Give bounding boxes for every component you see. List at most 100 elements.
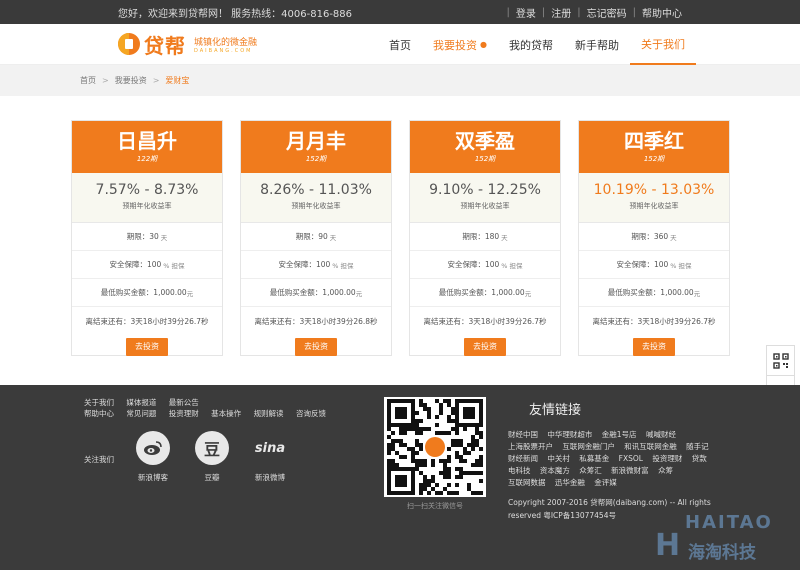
footer-link[interactable]: 咨询反馈 (296, 409, 326, 418)
forgot-password-link[interactable]: 忘记密码 (587, 5, 627, 20)
friend-link[interactable]: 喊喊财经 (646, 430, 676, 439)
friend-link[interactable]: 迅华金融 (555, 478, 585, 487)
friend-link[interactable]: 中华理财超市 (547, 430, 592, 439)
product-card: 月月丰 152期 8.26% - 11.03% 预期年化收益率 期限：90 天 安… (240, 120, 392, 356)
nav-newbie-help[interactable]: 新手帮助 (564, 24, 630, 65)
friend-link[interactable]: 众筹 (658, 466, 673, 475)
logo[interactable]: 贷帮 城镇化的微金融 DAIBANG.COM (118, 30, 257, 59)
product-guarantee: 安全保障：100 (616, 260, 669, 269)
top-links: | 登录 | 注册 | 忘记密码 | 帮助中心 (506, 5, 683, 20)
product-name: 四季红 (624, 129, 684, 153)
product-min-amount: 最低购买金额：1,000.00 (438, 288, 525, 297)
friend-link[interactable]: 众筹汇 (579, 466, 602, 475)
footer-link[interactable]: 关于我们 (84, 398, 114, 407)
product-rate: 7.57% - 8.73% (95, 182, 199, 198)
friend-link[interactable]: 和讯互联网金融 (624, 442, 677, 451)
product-card: 日昌升 122期 7.57% - 8.73% 预期年化收益率 期限：30 天 安全… (71, 120, 223, 356)
weibo-icon (136, 431, 170, 465)
invest-button[interactable]: 去投资 (126, 338, 168, 356)
top-bar: 您好，欢迎来到贷帮网！ 服务热线：4006-816-886 | 登录 | 注册 … (0, 0, 800, 24)
friend-link[interactable]: 新浪微财富 (611, 466, 649, 475)
friend-link[interactable]: 财经新闻 (508, 454, 538, 463)
footer-link[interactable]: 基本操作 (211, 409, 241, 418)
friend-link[interactable]: 互联网数据 (508, 478, 546, 487)
friend-link[interactable]: 随手记 (686, 442, 709, 451)
friend-link[interactable]: 上海股票开户 (508, 442, 553, 451)
product-min-amount: 最低购买金额：1,000.00 (607, 288, 694, 297)
friend-link[interactable]: 投资理财 (652, 454, 682, 463)
footer-links: 关于我们 媒体报道 最新公告 帮助中心 常见问题 投资理财 基本操作 规则解读 … (84, 397, 336, 419)
product-card: 四季红 152期 10.19% - 13.03% 预期年化收益率 期限：360 天… (578, 120, 730, 356)
product-name: 月月丰 (286, 129, 346, 153)
product-term: 期限：30 (126, 232, 159, 241)
product-countdown: 离结束还有：3天18小时39分26.7秒 (592, 316, 716, 326)
social-sina-weibo[interactable]: sina 新浪微博 (245, 431, 295, 483)
friend-link[interactable]: 财经中国 (508, 430, 538, 439)
product-min-amount: 最低购买金额：1,000.00 (100, 288, 187, 297)
friend-links-title: 友情链接 (529, 403, 582, 418)
friend-link[interactable]: 中关村 (547, 454, 570, 463)
register-link[interactable]: 注册 (551, 5, 571, 20)
rate-label: 预期年化收益率 (291, 202, 341, 210)
help-center-link[interactable]: 帮助中心 (642, 5, 682, 20)
footer-link[interactable]: 帮助中心 (84, 409, 114, 418)
product-list: 日昌升 122期 7.57% - 8.73% 预期年化收益率 期限：30 天 安全… (71, 120, 731, 356)
product-rate: 8.26% - 11.03% (260, 182, 372, 198)
dropdown-dot-icon: ● (480, 40, 487, 49)
product-period: 152期 (643, 155, 665, 163)
friend-link[interactable]: 金评媒 (594, 478, 617, 487)
product-term: 期限：90 (295, 232, 328, 241)
site-header: 贷帮 城镇化的微金融 DAIBANG.COM 首页 我要投资 ● 我的贷帮 新手帮… (0, 24, 800, 65)
footer-link[interactable]: 最新公告 (169, 398, 199, 407)
friend-link[interactable]: 互联网金融门户 (562, 442, 615, 451)
watermark-logo: H HAITAO 海淘科技 (655, 512, 773, 563)
nav-about-us[interactable]: 关于我们 (629, 24, 696, 65)
breadcrumb-invest[interactable]: 我要投资 (115, 75, 147, 86)
product-countdown: 离结束还有：3天18小时39分26.8秒 (254, 316, 378, 326)
nav-invest[interactable]: 我要投资 ● (422, 24, 498, 65)
logo-slogan: 城镇化的微金融 (194, 37, 258, 48)
invest-button[interactable]: 去投资 (295, 338, 337, 356)
logo-icon (118, 33, 140, 55)
friend-link[interactable]: 贷款 (692, 454, 707, 463)
product-term: 期限：360 (631, 232, 669, 241)
breadcrumb-separator-icon: > (152, 76, 160, 85)
product-min-amount: 最低购买金额：1,000.00 (269, 288, 356, 297)
logo-text: 贷帮 (144, 33, 186, 58)
friend-links: 财经中国 中华理财超市 金融1号店 喊喊财经 上海股票开户 互联网金融门户 和讯… (508, 429, 723, 489)
breadcrumb-current: 爱财宝 (165, 76, 190, 85)
sina-icon: sina (254, 440, 286, 456)
footer-link[interactable]: 媒体报道 (126, 398, 156, 407)
social-douban[interactable]: 豆 豆瓣 (187, 431, 237, 483)
product-guarantee: 安全保障：100 (278, 260, 331, 269)
qr-code-icon[interactable] (767, 346, 794, 376)
breadcrumb-home[interactable]: 首页 (80, 75, 96, 86)
product-card: 双季盈 152期 9.10% - 12.25% 预期年化收益率 期限：180 天 … (409, 120, 561, 356)
login-link[interactable]: 登录 (516, 5, 536, 20)
nav-my-daibang[interactable]: 我的贷帮 (498, 24, 564, 65)
product-countdown: 离结束还有：3天18小时39分26.7秒 (85, 316, 209, 326)
product-name: 日昌升 (117, 129, 177, 153)
greeting-text: 您好，欢迎来到贷帮网！ 服务热线：4006-816-886 (118, 8, 353, 20)
douban-icon: 豆 (195, 431, 229, 465)
invest-button[interactable]: 去投资 (633, 338, 675, 356)
product-countdown: 离结束还有：3天18小时39分26.7秒 (423, 316, 547, 326)
product-rate: 9.10% - 12.25% (429, 182, 541, 198)
product-guarantee: 安全保障：100 (109, 260, 162, 269)
follow-us-label: 关注我们 (84, 455, 114, 464)
product-rate: 10.19% - 13.03% (593, 182, 715, 198)
friend-link[interactable]: 资本魔方 (540, 466, 570, 475)
friend-link[interactable]: 私募基金 (579, 454, 609, 463)
qr-caption: 扫一扫关注微信号 (407, 502, 463, 510)
footer-link[interactable]: 规则解读 (254, 409, 284, 418)
footer-link[interactable]: 投资理财 (169, 409, 199, 418)
friend-link[interactable]: FXSOL (619, 454, 643, 463)
nav-home[interactable]: 首页 (378, 24, 422, 65)
invest-button[interactable]: 去投资 (464, 338, 506, 356)
friend-link[interactable]: 电科技 (508, 466, 531, 475)
footer-link[interactable]: 常见问题 (126, 409, 156, 418)
friend-link[interactable]: 金融1号店 (602, 430, 637, 439)
social-weibo-blog[interactable]: 新浪博客 (128, 431, 178, 483)
breadcrumb: 首页 > 我要投资 > 爱财宝 (0, 65, 800, 96)
rate-label: 预期年化收益率 (460, 202, 510, 210)
